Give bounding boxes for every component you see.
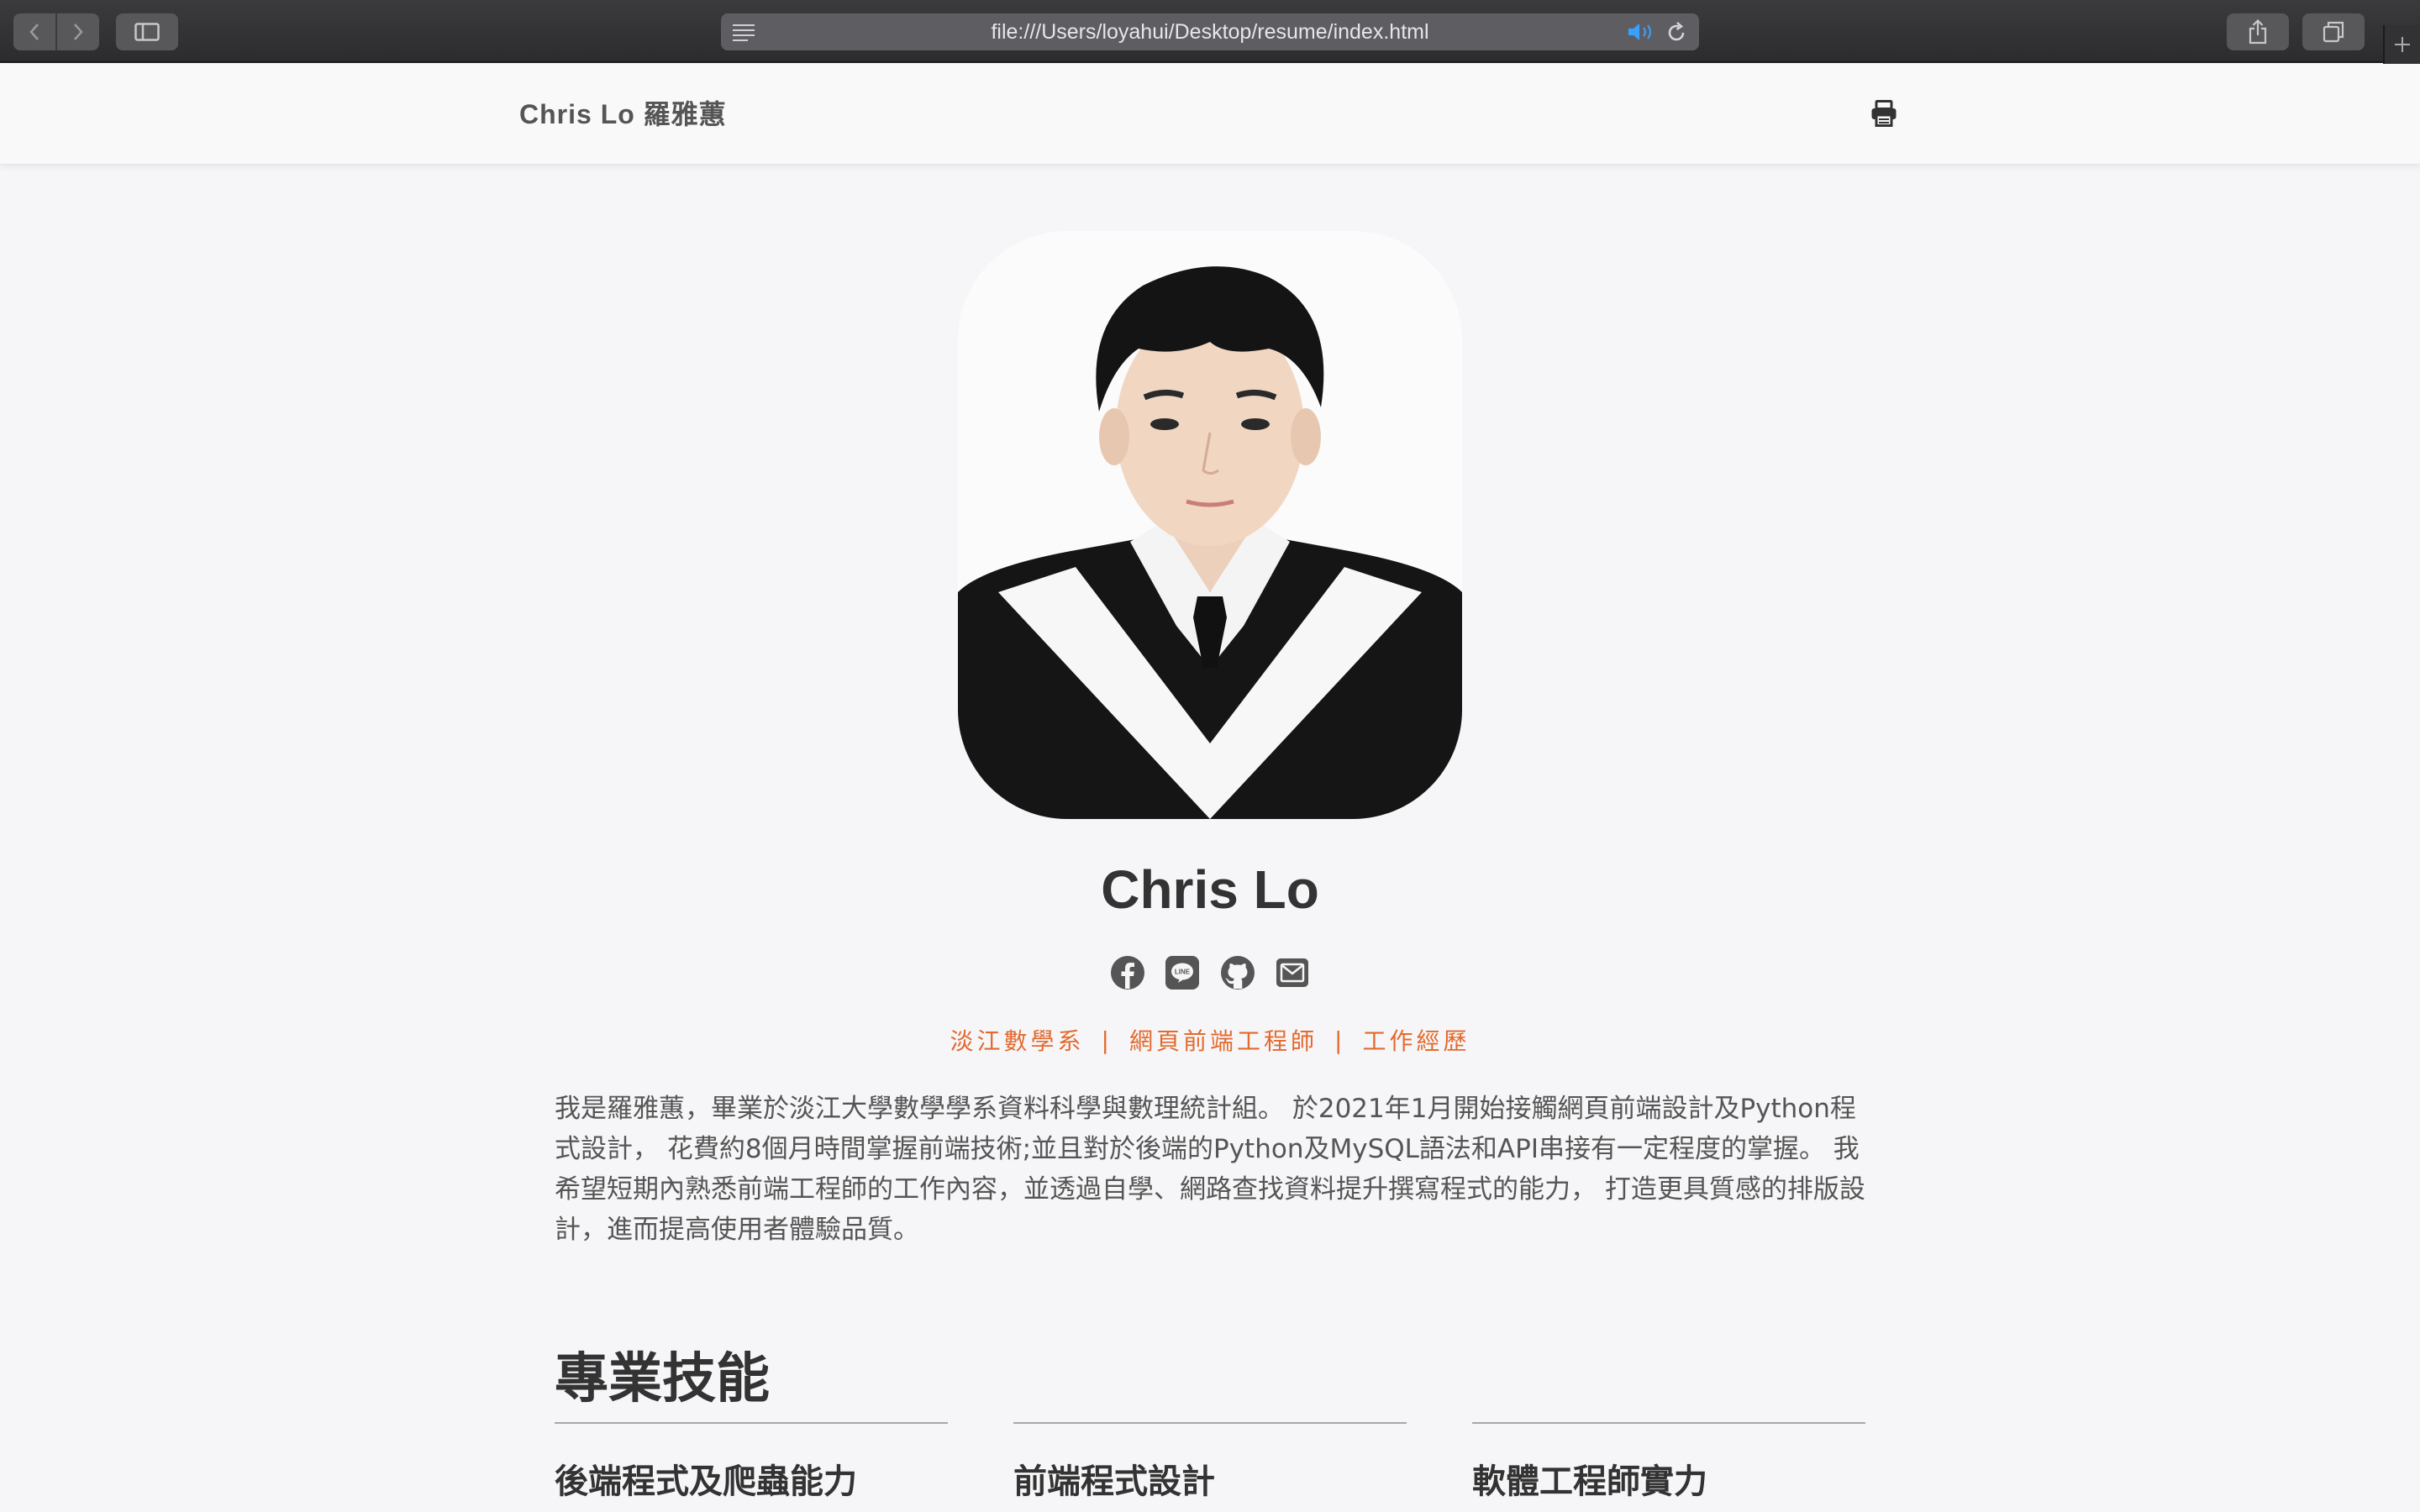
skill-column-title: 前端程式設計	[1013, 1462, 1215, 1501]
tag-department-link[interactable]: 淡江數學系	[950, 1023, 1085, 1057]
line-icon: LINE	[1165, 956, 1200, 990]
share-icon	[2249, 19, 2267, 45]
forward-button[interactable]	[57, 13, 99, 50]
history-nav	[13, 13, 99, 50]
chevron-right-icon	[74, 24, 83, 40]
graduation-portrait-image	[958, 231, 1462, 819]
profile-name: Chris Lo	[1101, 859, 1319, 920]
tag-separator: |	[1334, 1026, 1346, 1054]
reload-icon[interactable]	[1665, 22, 1687, 44]
browser-toolbar: file:///Users/loyahui/Desktop/resume/ind…	[0, 0, 2420, 64]
profile-tags: 淡江數學系 | 網頁前端工程師 | 工作經歷	[0, 1023, 2420, 1057]
github-icon	[1220, 956, 1255, 990]
address-bar[interactable]: file:///Users/loyahui/Desktop/resume/ind…	[721, 13, 1699, 50]
speaker-icon[interactable]	[1627, 23, 1655, 41]
profile-bio: 我是羅雅蕙，畢業於淡江大學數學學系資料科學與數理統計組。 於2021年1月開始接…	[555, 1094, 1865, 1245]
chevron-left-icon	[29, 24, 39, 40]
tag-separator: |	[1101, 1026, 1113, 1054]
site-header: Chris Lo 羅雅蕙	[0, 64, 2420, 165]
sidebar-toggle-button[interactable]	[116, 13, 178, 50]
tag-experience-link[interactable]: 工作經歷	[1362, 1023, 1470, 1057]
social-links: LINE	[1109, 954, 1311, 991]
share-button[interactable]	[2227, 13, 2289, 50]
plus-icon	[2395, 37, 2410, 52]
profile-photo	[958, 231, 1462, 819]
skill-column-frontend: 前端程式設計	[1013, 1422, 1407, 1503]
back-button[interactable]	[13, 13, 55, 50]
skill-column-backend: 後端程式及爬蟲能力	[555, 1422, 948, 1503]
tabs-icon	[2323, 21, 2344, 43]
sidebar-icon	[134, 23, 160, 41]
skill-column-title: 軟體工程師實力	[1472, 1462, 1707, 1501]
svg-text:LINE: LINE	[1175, 969, 1191, 976]
tag-role-link[interactable]: 網頁前端工程師	[1129, 1023, 1318, 1057]
email-icon	[1276, 958, 1308, 987]
email-link[interactable]	[1274, 954, 1311, 991]
brand-link[interactable]: Chris Lo 羅雅蕙	[519, 64, 727, 165]
skills-section-title: 專業技能	[555, 1348, 770, 1410]
print-icon[interactable]	[1870, 100, 1897, 127]
url-text[interactable]: file:///Users/loyahui/Desktop/resume/ind…	[721, 13, 1699, 50]
new-tab-button[interactable]	[2383, 25, 2420, 64]
tab-overview-button[interactable]	[2302, 13, 2365, 50]
skill-column-title: 後端程式及爬蟲能力	[555, 1462, 857, 1501]
facebook-link[interactable]	[1109, 954, 1146, 991]
line-link[interactable]: LINE	[1164, 954, 1201, 991]
skill-column-software: 軟體工程師實力	[1472, 1422, 1865, 1503]
github-link[interactable]	[1219, 954, 1256, 991]
facebook-icon	[1111, 956, 1144, 990]
